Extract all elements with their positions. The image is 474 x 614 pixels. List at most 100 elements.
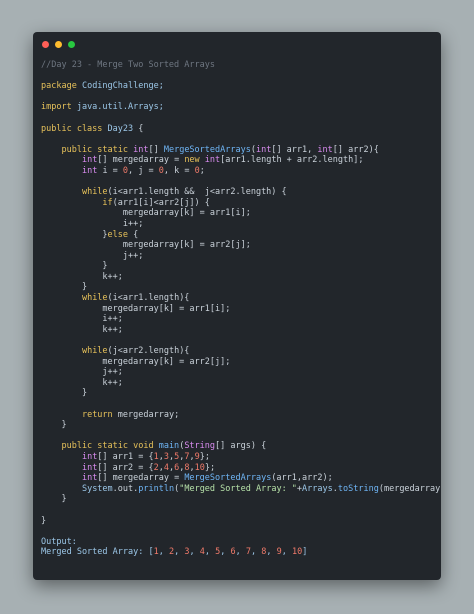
code-line: k++;	[41, 272, 437, 283]
code-token: ,	[235, 547, 246, 558]
code-token: }	[41, 494, 67, 505]
code-window: //Day 23 - Merge Two Sorted Arrays packa…	[33, 32, 441, 580]
code-token: Output:	[41, 536, 77, 547]
code-token: k++;	[41, 324, 123, 335]
code-line: mergedarray[k] = arr2[j];	[41, 357, 437, 368]
maximize-dot-icon[interactable]	[68, 41, 75, 48]
code-line: while(i<arr1.length){	[41, 293, 437, 304]
code-line: mergedarray[k] = arr2[j];	[41, 240, 437, 251]
code-token: .out.	[112, 483, 139, 494]
code-token: mergedarray[k] = arr1[i];	[41, 208, 251, 219]
code-line: int[] arr1 = {1,3,5,7,9};	[41, 452, 437, 463]
code-token: int	[317, 144, 333, 155]
code-token: []	[148, 144, 164, 155]
code-token: }	[41, 420, 67, 431]
code-line: //Day 23 - Merge Two Sorted Arrays	[41, 60, 437, 71]
code-line: return mergedarray;	[41, 410, 437, 421]
code-token: (i<arr1.length && j<arr2.length) {	[107, 187, 287, 198]
code-line: int[] mergedarray = MergeSortedArrays(ar…	[41, 473, 437, 484]
code-token: System	[81, 483, 113, 494]
code-token: int	[81, 165, 103, 176]
code-line: }	[41, 282, 437, 293]
code-line: j++;	[41, 367, 437, 378]
code-line: while(j<arr2.length){	[41, 346, 437, 357]
code-token: ,	[204, 547, 216, 558]
code-line: i++;	[41, 314, 437, 325]
code-token: }	[41, 261, 108, 272]
code-token: k++;	[41, 271, 123, 282]
code-token: public static	[41, 144, 134, 155]
code-token: ,	[189, 547, 200, 558]
code-token: else	[107, 229, 129, 240]
code-line: }	[41, 420, 437, 431]
code-token: (arr1[i]<arr2[j]) {	[112, 197, 210, 208]
code-token: package	[41, 81, 82, 92]
code-token: int	[255, 144, 272, 155]
close-dot-icon[interactable]	[42, 41, 49, 48]
code-token: mergedarray[k] = arr2[j];	[41, 356, 231, 367]
code-token: while	[81, 346, 108, 357]
code-line: while(i<arr1.length && j<arr2.length) {	[41, 187, 437, 198]
code-token: Arrays	[302, 483, 333, 494]
code-token: {	[138, 123, 144, 134]
code-token: mergedarray[k] = arr2[j];	[41, 240, 251, 251]
code-line: j++;	[41, 251, 437, 262]
code-token: Day23	[107, 123, 139, 134]
code-token: //Day 23 - Merge Two Sorted Arrays	[41, 60, 215, 70]
code-line: public static void main(String[] args) {	[41, 441, 437, 452]
code-token: (j<arr2.length){	[107, 346, 190, 357]
code-token: (arr1,arr2);	[271, 473, 333, 484]
code-line: i++;	[41, 219, 437, 230]
code-token: main	[158, 441, 180, 452]
code-line: }	[41, 261, 437, 272]
code-token: ,	[250, 547, 262, 558]
code-line: }else {	[41, 230, 437, 241]
code-line: Output:	[41, 537, 437, 548]
code-token: mergedarray;	[117, 409, 180, 420]
code-token: int	[81, 462, 98, 473]
minimize-dot-icon[interactable]	[55, 41, 62, 48]
code-token: }	[41, 282, 88, 293]
code-token: k++;	[41, 377, 123, 388]
code-token: [] mergedarray =	[97, 155, 185, 166]
code-token: (mergedarray));	[378, 483, 441, 494]
code-token: ,	[281, 547, 292, 558]
code-line: int[] mergedarray = new int[arr1.length …	[41, 155, 437, 166]
code-token: int	[133, 144, 149, 155]
code-token: [arr1.length + arr2.length];	[220, 155, 364, 166]
code-token: ]	[302, 547, 308, 558]
code-token: Merged Sorted Array: [	[41, 547, 154, 558]
code-line: }	[41, 516, 437, 527]
code-token: java.util.Arrays;	[76, 102, 164, 113]
code-token: };	[204, 462, 216, 473]
code-token: import	[41, 102, 77, 113]
code-line: int[] arr2 = {2,4,6,8,10};	[41, 463, 437, 474]
code-token: public static void	[41, 441, 159, 452]
code-token: return	[81, 409, 118, 420]
code-line: public static int[] MergeSortedArrays(in…	[41, 145, 437, 156]
code-line: }	[41, 388, 437, 399]
code-line: if(arr1[i]<arr2[j]) {	[41, 198, 437, 209]
code-line: mergedarray[k] = arr1[i];	[41, 304, 437, 315]
code-token: [] args) {	[215, 441, 267, 452]
code-token: MergeSortedArrays	[163, 144, 251, 155]
code-token: ,	[220, 547, 231, 558]
code-token: };	[199, 451, 210, 462]
code-token: {	[128, 229, 139, 240]
code-token: [] arr2 = {	[97, 462, 154, 473]
